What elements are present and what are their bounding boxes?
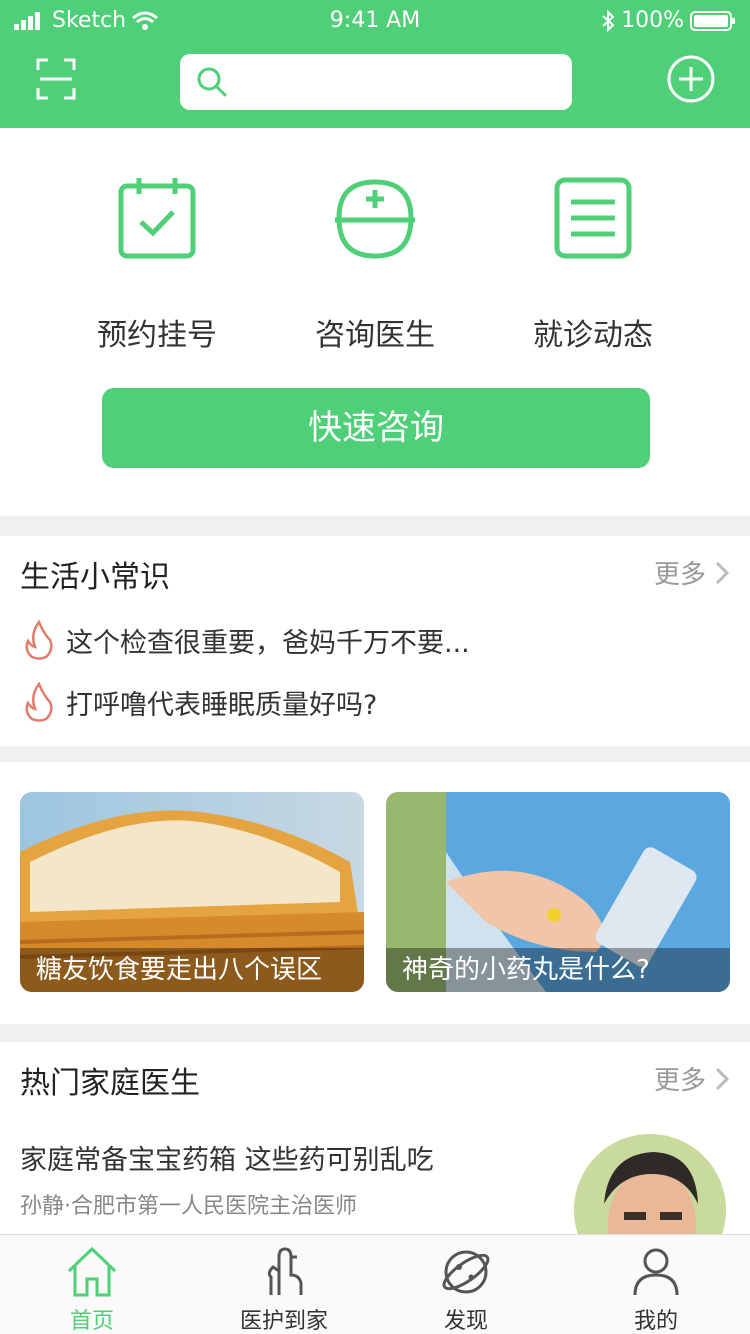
more-link[interactable]: 更多 bbox=[654, 1060, 730, 1097]
scan-icon[interactable] bbox=[36, 58, 76, 100]
add-icon[interactable] bbox=[666, 54, 716, 104]
article-card[interactable]: 糖友饮食要走出八个误区 bbox=[20, 792, 364, 992]
card-caption: 糖友饮食要走出八个误区 bbox=[20, 948, 364, 992]
quick-action-status[interactable]: 就诊动态 bbox=[493, 176, 693, 354]
list-item-text: 打呼噜代表睡眠质量好吗? bbox=[66, 689, 378, 721]
article-cards: 糖友饮食要走出八个误区 神奇的小药丸是什么? bbox=[0, 762, 750, 1024]
chevron-right-icon bbox=[715, 1067, 730, 1090]
article-card[interactable]: 神奇的小药丸是什么? bbox=[386, 792, 730, 992]
status-bar: Sketch 9:41 AM 100% bbox=[0, 0, 750, 42]
quick-action-appointment[interactable]: 预约挂号 bbox=[57, 176, 257, 354]
quick-action-label: 预约挂号 bbox=[97, 318, 217, 353]
planet-icon bbox=[442, 1250, 490, 1294]
article-title[interactable]: 家庭常备宝宝药箱 这些药可别乱吃 bbox=[20, 1138, 434, 1177]
tab-profile[interactable]: 我的 bbox=[581, 1245, 731, 1334]
doctor-photo bbox=[574, 1134, 726, 1234]
more-label: 更多 bbox=[653, 1066, 706, 1096]
search-icon bbox=[197, 67, 227, 97]
tab-label: 我的 bbox=[633, 1309, 678, 1334]
card-caption: 神奇的小药丸是什么? bbox=[386, 948, 730, 992]
fire-icon bbox=[25, 620, 53, 660]
tab-bar: 首页 医护到家 发现 我的 bbox=[0, 1234, 750, 1334]
more-label: 更多 bbox=[653, 560, 706, 590]
battery-label: 100% bbox=[621, 8, 684, 33]
list-icon bbox=[554, 177, 632, 259]
home-icon bbox=[67, 1246, 117, 1297]
section-title: 生活小常识 bbox=[20, 560, 170, 595]
tab-label: 医护到家 bbox=[239, 1309, 328, 1334]
list-item[interactable]: 这个检查很重要，爸妈千万不要... bbox=[24, 620, 470, 660]
tab-home-care[interactable]: 医护到家 bbox=[209, 1245, 359, 1334]
chevron-right-icon bbox=[715, 561, 730, 584]
user-icon bbox=[633, 1248, 679, 1296]
quick-action-consult[interactable]: 咨询医生 bbox=[275, 176, 475, 354]
bluetooth-icon bbox=[602, 9, 615, 32]
tab-home[interactable]: 首页 bbox=[17, 1245, 167, 1334]
more-link[interactable]: 更多 bbox=[654, 554, 730, 591]
doctor-section: 热门家庭医生 更多 家庭常备宝宝药箱 这些药可别乱吃 孙静·合肥市第一人民医院主… bbox=[0, 1042, 750, 1234]
calendar-check-icon bbox=[118, 178, 196, 259]
tab-label: 发现 bbox=[443, 1309, 488, 1334]
list-item[interactable]: 打呼噜代表睡眠质量好吗? bbox=[24, 682, 377, 722]
knowledge-section: 生活小常识 更多 这个检查很重要，爸妈千万不要... 打呼噜代表睡眠质量好吗? bbox=[0, 536, 750, 746]
tab-label: 首页 bbox=[69, 1309, 114, 1334]
avatar[interactable] bbox=[574, 1134, 726, 1234]
hand-icon bbox=[267, 1247, 303, 1295]
section-title: 热门家庭医生 bbox=[20, 1066, 200, 1101]
quick-action-label: 就诊动态 bbox=[533, 318, 653, 353]
battery-icon bbox=[690, 10, 735, 31]
quick-actions: 预约挂号 咨询医生 就诊动态 快速咨询 bbox=[0, 128, 750, 516]
header: Sketch 9:41 AM 100% bbox=[0, 0, 750, 128]
quick-consult-button[interactable]: 快速咨询 bbox=[102, 388, 650, 468]
doctor-info: 孙静·合肥市第一人民医院主治医师 bbox=[20, 1194, 357, 1219]
list-item-text: 这个检查很重要，爸妈千万不要... bbox=[66, 627, 470, 659]
search-input[interactable] bbox=[180, 54, 572, 110]
tab-discover[interactable]: 发现 bbox=[391, 1245, 541, 1334]
quick-action-label: 咨询医生 bbox=[315, 318, 435, 353]
doctor-cap-icon bbox=[335, 179, 415, 259]
fire-icon bbox=[25, 682, 53, 722]
